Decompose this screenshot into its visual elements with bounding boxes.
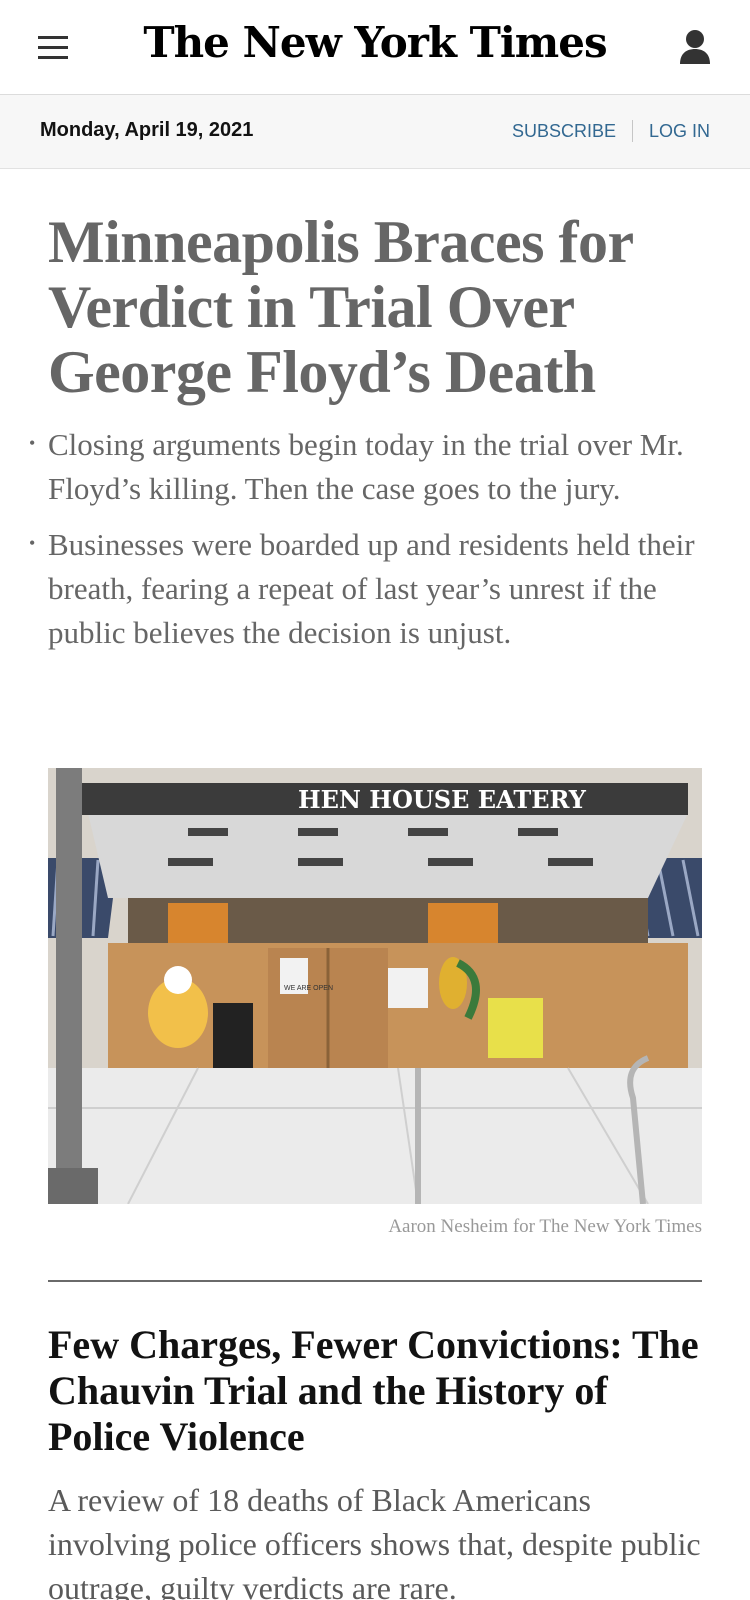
subscribe-link[interactable]: SUBSCRIBE	[512, 121, 616, 142]
masthead-logo[interactable]: The New York Times	[0, 18, 750, 67]
section-divider	[48, 1280, 702, 1282]
date-bar: Monday, April 19, 2021 SUBSCRIBE LOG IN	[0, 95, 750, 169]
summary-bullet: Businesses were boarded up and residents…	[29, 521, 708, 655]
photo-credit: Aaron Nesheim for The New York Times	[388, 1216, 702, 1237]
account-links: SUBSCRIBE LOG IN	[512, 120, 710, 142]
link-separator	[631, 120, 633, 142]
user-account-icon[interactable]	[678, 28, 712, 66]
second-headline[interactable]: Few Charges, Fewer Convictions: The Chau…	[48, 1322, 708, 1460]
summary-bullet: Closing arguments begin today in the tri…	[29, 421, 708, 511]
top-bar: The New York Times	[0, 0, 750, 95]
second-story[interactable]: Few Charges, Fewer Convictions: The Chau…	[48, 1322, 708, 1600]
lead-story[interactable]: Minneapolis Braces for Verdict in Trial …	[29, 210, 708, 667]
lead-summary-list: Closing arguments begin today in the tri…	[29, 421, 708, 655]
second-summary: A review of 18 deaths of Black Americans…	[48, 1482, 701, 1600]
store-sign: HEN HOUSE EATERY	[298, 785, 587, 814]
current-date: Monday, April 19, 2021	[40, 119, 254, 141]
storefront-illustration: HEN HOUSE EATERY WE ARE OPEN	[48, 768, 702, 1204]
login-link[interactable]: LOG IN	[649, 121, 710, 142]
lead-headline[interactable]: Minneapolis Braces for Verdict in Trial …	[48, 210, 708, 405]
lead-photo[interactable]: HEN HOUSE EATERY WE ARE OPEN	[48, 768, 702, 1204]
door-sign: WE ARE OPEN	[284, 985, 333, 992]
